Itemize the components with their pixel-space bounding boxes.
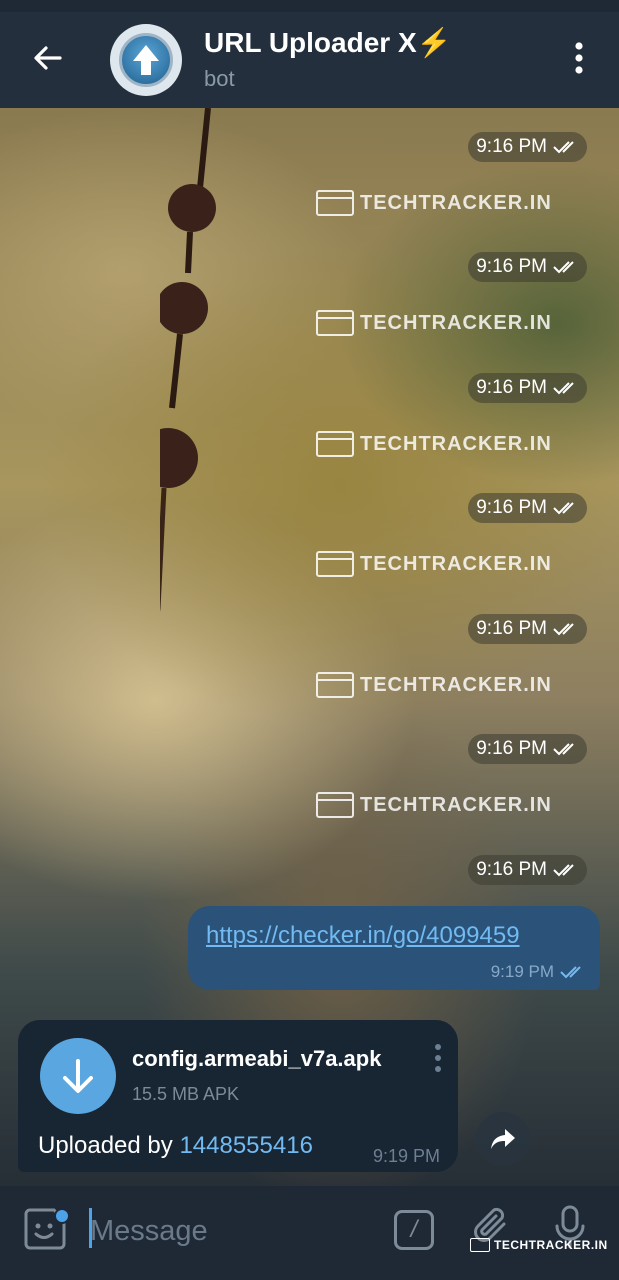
file-name: config.armeabi_v7a.apk: [132, 1046, 382, 1071]
download-button[interactable]: [40, 1038, 116, 1114]
watermark: TECHTRACKER.IN: [316, 672, 552, 698]
service-time-pill: 9:16 PM: [468, 252, 587, 282]
double-check-icon: [553, 382, 574, 395]
file-caption: Uploaded by 1448555416: [38, 1132, 313, 1160]
incoming-file-message[interactable]: config.armeabi_v7a.apk 15.5 MB APK Uploa…: [18, 1020, 458, 1172]
watermark: TECHTRACKER.IN: [316, 431, 552, 457]
corner-watermark: TECHTRACKER.IN: [470, 1238, 608, 1252]
service-time: 9:16 PM: [476, 256, 547, 277]
download-arrow-icon: [63, 1059, 93, 1093]
message-time: 9:19 PM: [372, 1146, 440, 1166]
watermark: TECHTRACKER.IN: [316, 310, 552, 336]
message-input-bar: / TECHTRACKER.IN: [0, 1186, 619, 1280]
message-link[interactable]: https://checker.in/go/4099459: [206, 922, 520, 950]
bot-commands-button[interactable]: /: [394, 1210, 434, 1250]
watermark-text: TECHTRACKER.IN: [360, 191, 552, 214]
service-time-pill: 9:16 PM: [468, 493, 587, 523]
watermark-text: TECHTRACKER.IN: [360, 793, 552, 816]
message-meta: 9:19 PM: [491, 962, 586, 982]
chat-header: URL Uploader X⚡ bot: [0, 12, 619, 108]
double-check-icon: [553, 502, 574, 515]
more-vertical-icon: [435, 1044, 441, 1072]
slash-command-icon: /: [410, 1216, 418, 1243]
watermark: TECHTRACKER.IN: [316, 551, 552, 577]
chat-subtitle: bot: [204, 66, 235, 91]
browser-window-icon: [316, 672, 354, 698]
browser-window-icon: [316, 551, 354, 577]
outgoing-message[interactable]: https://checker.in/go/4099459 9:19 PM: [188, 906, 600, 990]
corner-watermark-text: TECHTRACKER.IN: [494, 1238, 608, 1252]
double-check-icon: [553, 141, 574, 154]
watermark-text: TECHTRACKER.IN: [360, 673, 552, 696]
service-time-pill: 9:16 PM: [468, 734, 587, 764]
double-check-icon: [553, 623, 574, 636]
share-arrow-icon: [491, 1129, 515, 1149]
service-time-pill: 9:16 PM: [468, 132, 587, 162]
caption-prefix: Uploaded by: [38, 1132, 180, 1159]
watermark-text: TECHTRACKER.IN: [360, 311, 552, 334]
double-check-icon: [553, 743, 574, 756]
browser-window-icon: [316, 190, 354, 216]
watermark-text: TECHTRACKER.IN: [360, 432, 552, 455]
double-check-icon: [560, 966, 581, 979]
arrow-left-icon: [34, 46, 62, 70]
more-menu-button[interactable]: [559, 36, 599, 80]
message-input[interactable]: [90, 1208, 370, 1254]
chain-decoration: [160, 108, 216, 612]
notification-dot: [54, 1208, 70, 1224]
service-time-pill: 9:16 PM: [468, 373, 587, 403]
service-time: 9:16 PM: [476, 738, 547, 759]
service-time: 9:16 PM: [476, 377, 547, 398]
message-time: 9:19 PM: [490, 962, 554, 981]
browser-window-icon: [316, 310, 354, 336]
upload-arrow-icon: [119, 33, 173, 87]
chat-title[interactable]: URL Uploader X⚡: [204, 26, 452, 59]
more-vertical-icon: [575, 42, 583, 74]
service-time: 9:16 PM: [476, 618, 547, 639]
service-time-pill: 9:16 PM: [468, 855, 587, 885]
browser-window-icon: [316, 792, 354, 818]
chat-area[interactable]: 9:16 PM TECHTRACKER.IN 9:16 PM TECHTRACK…: [0, 108, 619, 1186]
service-time: 9:16 PM: [476, 859, 547, 880]
browser-window-icon: [316, 431, 354, 457]
service-time-pill: 9:16 PM: [468, 614, 587, 644]
service-time: 9:16 PM: [476, 136, 547, 157]
back-button[interactable]: [24, 34, 72, 82]
browser-window-icon: [470, 1238, 490, 1252]
file-menu-button[interactable]: [428, 1040, 448, 1076]
bot-avatar[interactable]: [110, 24, 182, 96]
uploader-id[interactable]: 1448555416: [179, 1132, 312, 1159]
service-time: 9:16 PM: [476, 497, 547, 518]
forward-button[interactable]: [476, 1112, 530, 1166]
double-check-icon: [553, 261, 574, 274]
status-bar: [0, 0, 619, 12]
watermark-text: TECHTRACKER.IN: [360, 552, 552, 575]
file-size: 15.5 MB APK: [132, 1084, 240, 1104]
watermark: TECHTRACKER.IN: [316, 190, 552, 216]
double-check-icon: [553, 864, 574, 877]
watermark: TECHTRACKER.IN: [316, 792, 552, 818]
